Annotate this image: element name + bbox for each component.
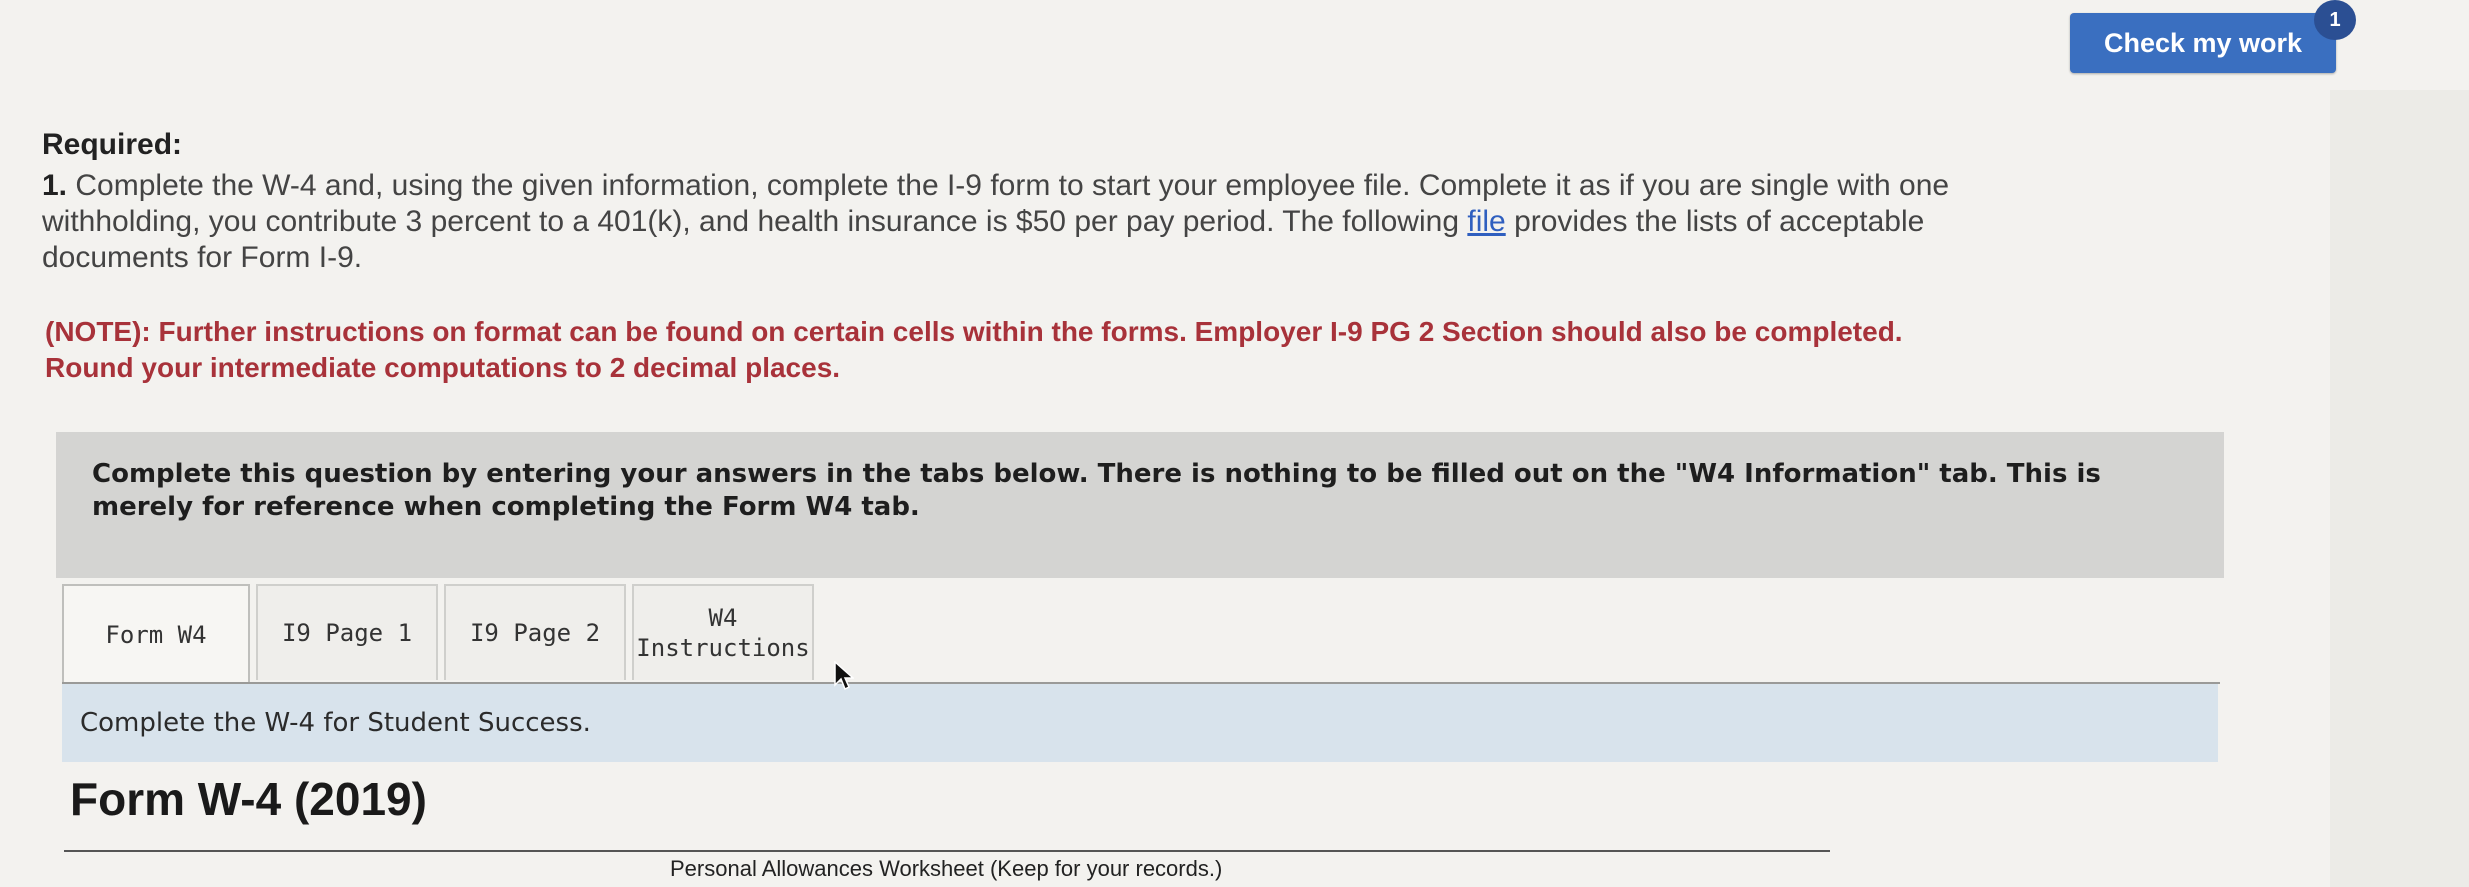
check-my-work-button[interactable]: Check my work xyxy=(2070,13,2336,73)
required-instructions: 1. Complete the W-4 and, using the given… xyxy=(42,168,1982,276)
tab-bar: Form W4 I9 Page 1 I9 Page 2 W4 Instructi… xyxy=(62,584,814,684)
form-divider xyxy=(64,850,1830,852)
attempt-count-badge: 1 xyxy=(2314,0,2356,40)
form-title: Form W-4 (2019) xyxy=(70,773,427,825)
tab-i9-page-2[interactable]: I9 Page 2 xyxy=(444,584,626,680)
mouse-cursor-icon xyxy=(834,661,854,691)
tab-i9-page-1[interactable]: I9 Page 1 xyxy=(256,584,438,680)
note-text: (NOTE): Further instructions on format c… xyxy=(45,316,1903,383)
required-heading: Required: xyxy=(42,128,183,161)
tab-content-header-text: Complete the W-4 for Student Success. xyxy=(80,708,591,738)
item-number: 1. xyxy=(42,169,68,202)
documents-file-link[interactable]: file xyxy=(1467,205,1505,238)
instruction-box: Complete this question by entering your … xyxy=(56,432,2224,578)
right-side-panel xyxy=(2330,90,2469,887)
tab-content-header: Complete the W-4 for Student Success. xyxy=(62,684,2218,762)
instruction-text: Complete this question by entering your … xyxy=(92,459,2101,522)
tab-form-w4[interactable]: Form W4 xyxy=(62,584,250,684)
tab-w4-instructions[interactable]: W4 Instructions xyxy=(632,584,814,680)
worksheet-caption: Personal Allowances Worksheet (Keep for … xyxy=(670,856,1223,881)
